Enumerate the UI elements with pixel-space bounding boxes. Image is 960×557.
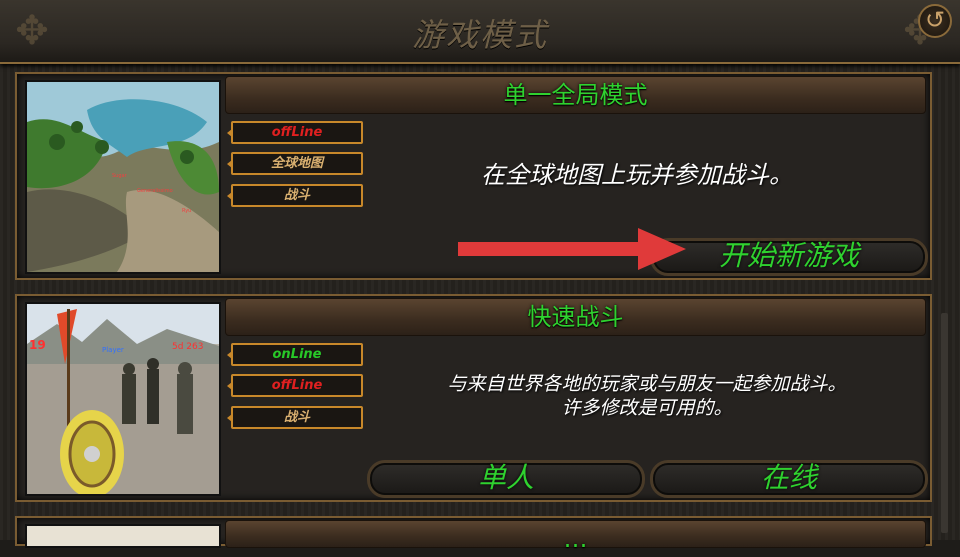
panel-header-quick-battle: 快速战斗 — [225, 298, 926, 336]
third-thumbnail — [25, 524, 221, 548]
description-line-2: 许多修改是可用的。 — [561, 397, 733, 419]
tag-offline: offLine — [227, 374, 363, 397]
panel-description: 与来自世界各地的玩家或与朋友一起参加战斗。 许多修改是可用的。 — [377, 372, 917, 420]
svg-text:Sugar: Sugar — [112, 173, 128, 179]
tag-offline: offLine — [227, 121, 363, 144]
scrollbar[interactable] — [941, 313, 948, 533]
tag-online: onLine — [227, 343, 363, 366]
svg-text:Player: Player — [102, 346, 124, 354]
top-bar: ✥ ✥ 游戏模式 ↺ — [0, 0, 960, 64]
page-title: 游戏模式 — [411, 16, 548, 54]
tag-battle: 战斗 — [227, 406, 363, 429]
global-map-image: Sugar Generalissimo Ryu — [27, 82, 219, 272]
panel-header-third: … — [225, 520, 926, 553]
mode-panel-quick-battle[interactable]: 19 5d 263 Player 快速战斗 onLine offLine 战斗 … — [15, 294, 932, 502]
mode-panel-third[interactable]: … — [15, 516, 932, 553]
start-new-game-button[interactable]: 开始新游戏 — [650, 238, 928, 276]
global-map-thumbnail: Sugar Generalissimo Ryu — [25, 80, 221, 274]
back-button[interactable]: ↺ — [918, 4, 952, 38]
battle-thumbnail: 19 5d 263 Player — [25, 302, 221, 496]
description-line-1: 与来自世界各地的玩家或与朋友一起参加战斗。 — [447, 373, 847, 395]
tag-global-map: 全球地图 — [227, 152, 363, 175]
svg-text:Generalissimo: Generalissimo — [137, 188, 173, 194]
svg-text:Ryu: Ryu — [182, 208, 191, 214]
back-arrow-icon: ↺ — [924, 6, 946, 34]
panel-header-single-global: 单一全局模式 — [225, 76, 926, 114]
panel-description: 在全球地图上玩并参加战斗。 — [481, 161, 793, 189]
red-arrow-annotation — [458, 228, 686, 270]
svg-text:5d 263: 5d 263 — [172, 342, 203, 352]
single-player-button[interactable]: 单人 — [367, 460, 645, 498]
tag-battle: 战斗 — [227, 184, 363, 207]
battle-image: 19 5d 263 Player — [27, 304, 219, 494]
svg-text:19: 19 — [29, 338, 46, 352]
online-button[interactable]: 在线 — [650, 460, 928, 498]
